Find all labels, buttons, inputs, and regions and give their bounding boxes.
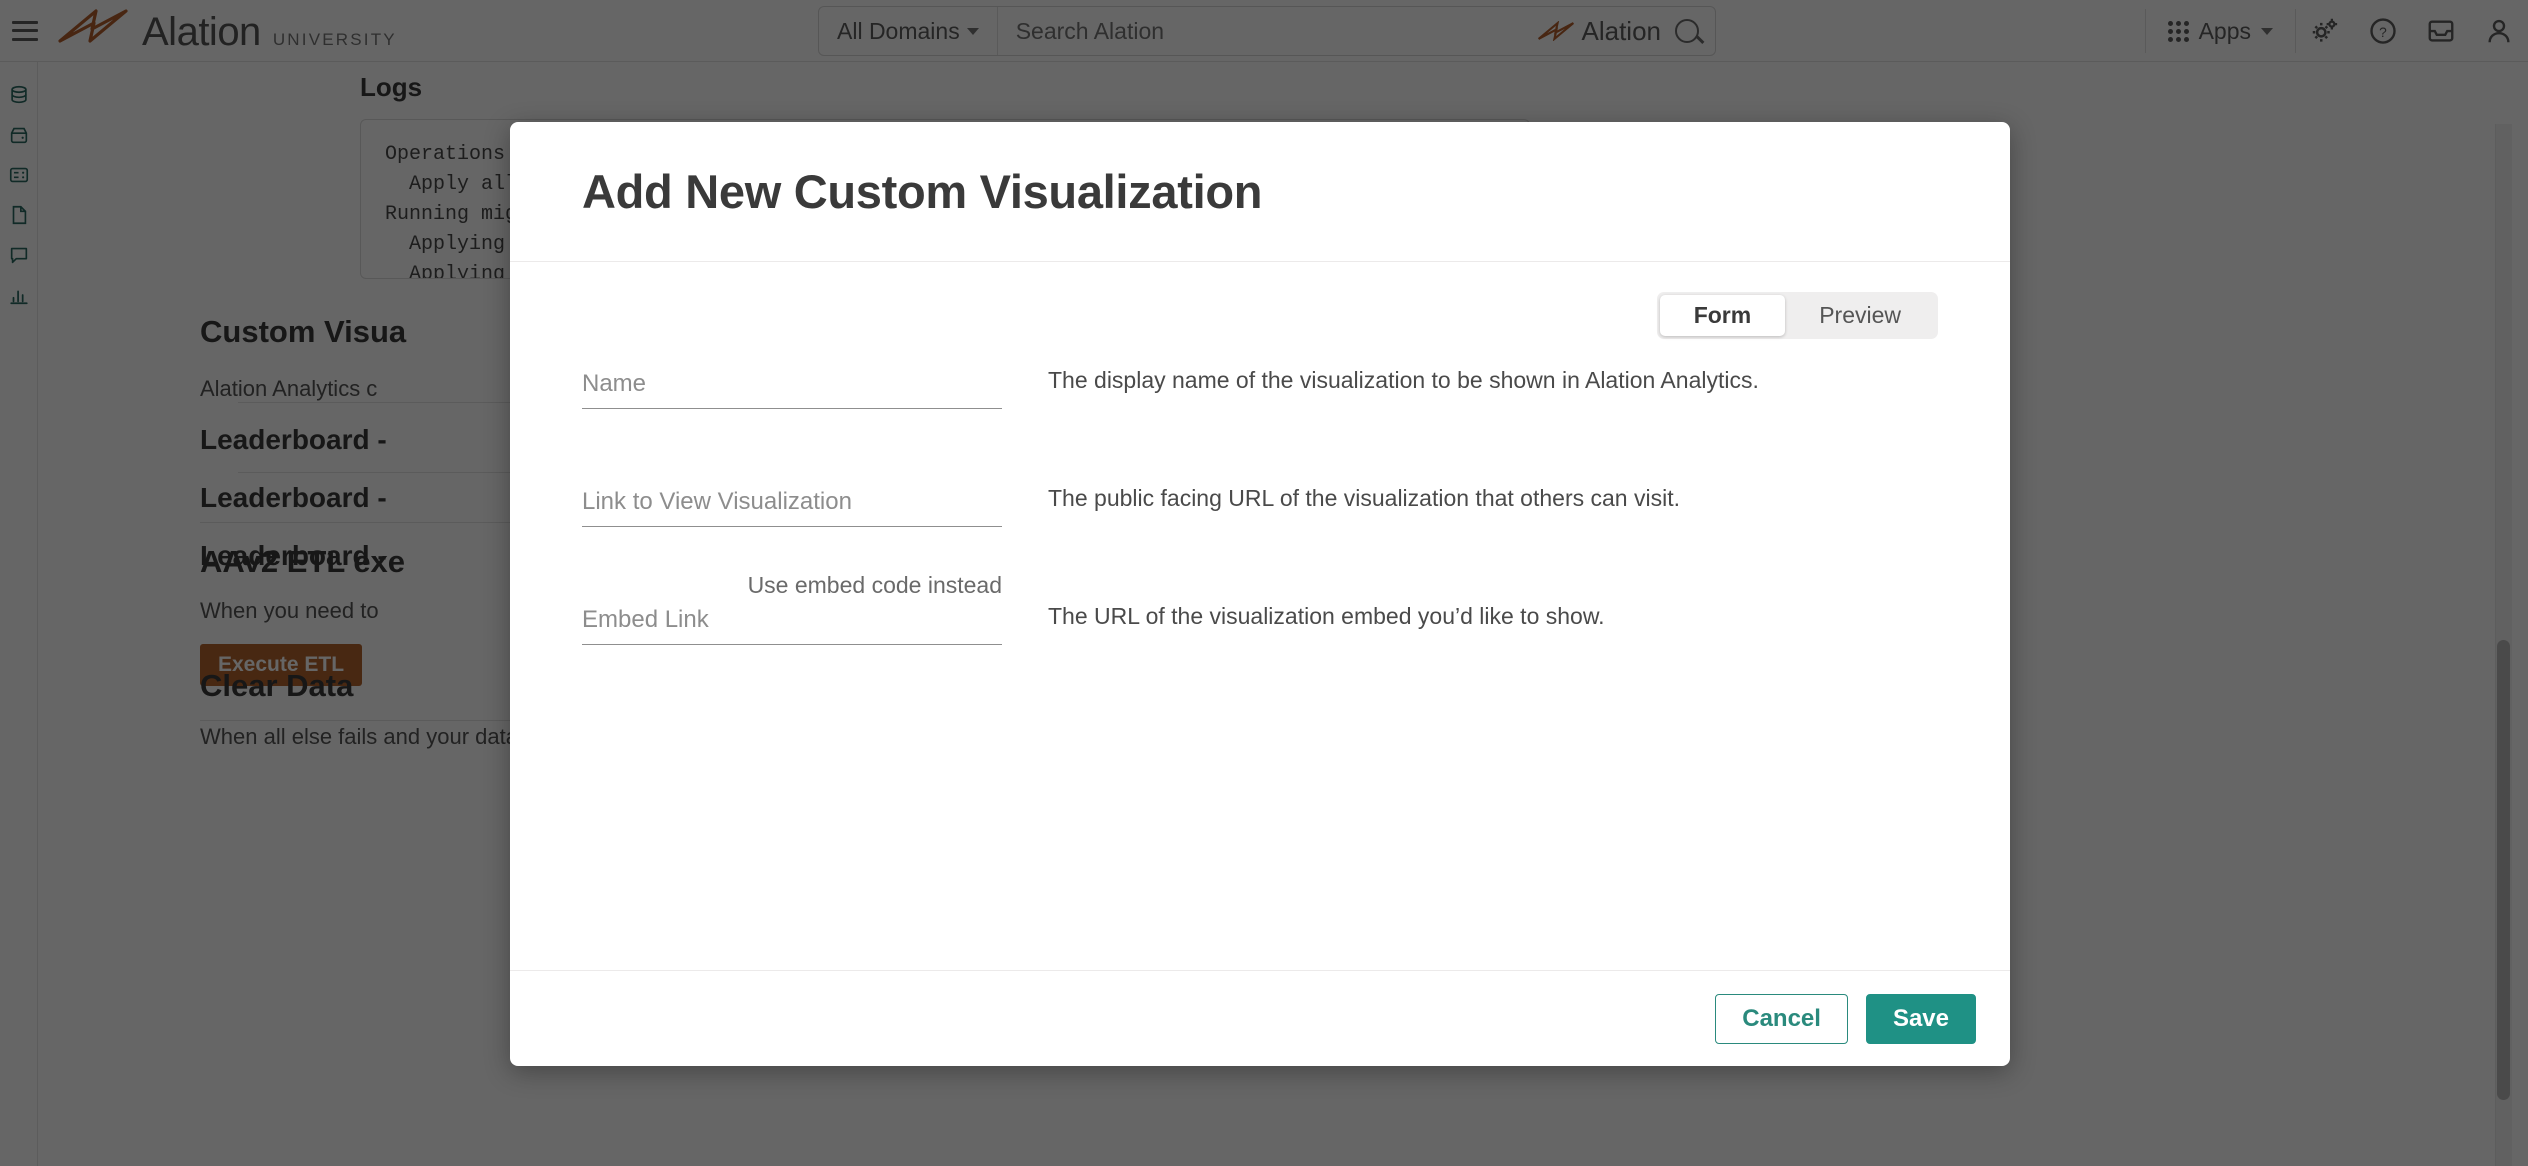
name-field	[582, 366, 1002, 484]
embed-link-input[interactable]	[582, 602, 1002, 645]
dialog-footer: Cancel Save	[510, 970, 2010, 1066]
link-help-wrap: The public facing URL of the visualizati…	[1048, 484, 1938, 602]
tab-form[interactable]: Form	[1659, 295, 1786, 336]
name-field-wrap	[582, 366, 1002, 484]
link-to-view-visualization-input[interactable]	[582, 484, 1002, 527]
form-grid: The display name of the visualization to…	[582, 366, 1938, 720]
save-label: Save	[1892, 1004, 1949, 1032]
name-input[interactable]	[582, 366, 1002, 409]
use-embed-code-link[interactable]: Use embed code instead	[748, 572, 1002, 599]
name-help-text: The display name of the visualization to…	[1048, 367, 1759, 393]
embed-field-wrap: Use embed code instead	[582, 572, 1002, 720]
dialog-header: Add New Custom Visualization	[510, 122, 2010, 262]
add-custom-visualization-dialog: Add New Custom Visualization Form Previe…	[510, 122, 2010, 1066]
name-help-wrap: The display name of the visualization to…	[1048, 366, 1938, 484]
form-preview-toggle: Form Preview	[1656, 292, 1938, 339]
embed-help-text: The URL of the visualization embed you’d…	[1048, 603, 1605, 629]
embed-help-wrap: The URL of the visualization embed you’d…	[1048, 602, 1938, 720]
save-button[interactable]: Save	[1865, 993, 1976, 1044]
cancel-label: Cancel	[1742, 1004, 1821, 1032]
dialog-title: Add New Custom Visualization	[582, 165, 1263, 218]
dialog-body: Form Preview The display name of the vis…	[510, 262, 2010, 970]
cancel-button[interactable]: Cancel	[1715, 993, 1848, 1044]
embed-link-field: Use embed code instead	[582, 572, 1002, 720]
tab-preview[interactable]: Preview	[1785, 295, 1935, 336]
link-help-text: The public facing URL of the visualizati…	[1048, 485, 1680, 511]
